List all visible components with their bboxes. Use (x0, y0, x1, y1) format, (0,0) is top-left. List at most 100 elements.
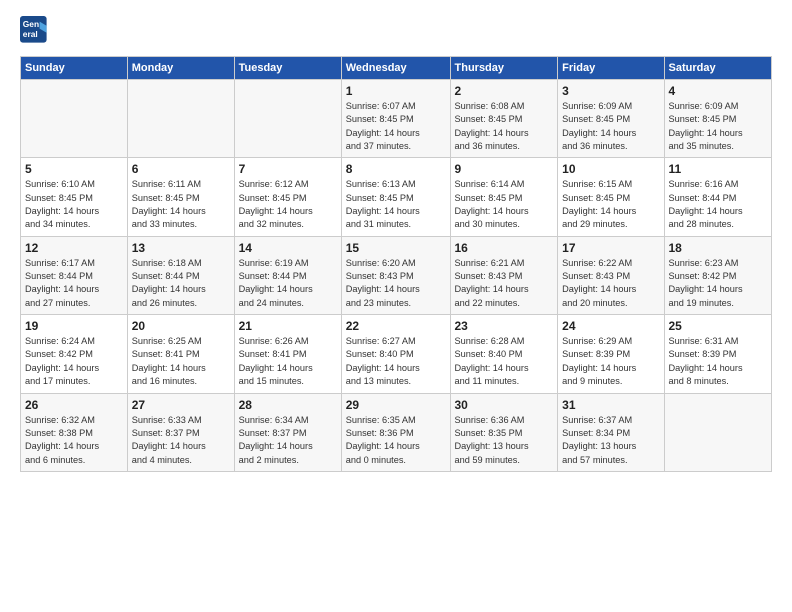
day-info: Sunrise: 6:09 AM Sunset: 8:45 PM Dayligh… (669, 100, 768, 153)
calendar-cell: 6 Sunrise: 6:11 AM Sunset: 8:45 PM Daylig… (127, 158, 234, 236)
day-number: 4 (669, 84, 768, 98)
day-number: 14 (239, 241, 337, 255)
weekday-header: Thursday (450, 57, 558, 80)
calendar-cell: 15 Sunrise: 6:20 AM Sunset: 8:43 PM Dayli… (341, 236, 450, 314)
day-number: 28 (239, 398, 337, 412)
calendar-cell: 22 Sunrise: 6:27 AM Sunset: 8:40 PM Dayli… (341, 315, 450, 393)
day-info: Sunrise: 6:13 AM Sunset: 8:45 PM Dayligh… (346, 178, 446, 231)
day-info: Sunrise: 6:27 AM Sunset: 8:40 PM Dayligh… (346, 335, 446, 388)
day-info: Sunrise: 6:23 AM Sunset: 8:42 PM Dayligh… (669, 257, 768, 310)
day-info: Sunrise: 6:10 AM Sunset: 8:45 PM Dayligh… (25, 178, 123, 231)
calendar-cell: 25 Sunrise: 6:31 AM Sunset: 8:39 PM Dayli… (664, 315, 772, 393)
day-info: Sunrise: 6:25 AM Sunset: 8:41 PM Dayligh… (132, 335, 230, 388)
day-info: Sunrise: 6:12 AM Sunset: 8:45 PM Dayligh… (239, 178, 337, 231)
day-number: 10 (562, 162, 659, 176)
calendar-cell: 1 Sunrise: 6:07 AM Sunset: 8:45 PM Daylig… (341, 80, 450, 158)
calendar-cell (664, 393, 772, 471)
weekday-header: Monday (127, 57, 234, 80)
day-info: Sunrise: 6:37 AM Sunset: 8:34 PM Dayligh… (562, 414, 659, 467)
day-number: 18 (669, 241, 768, 255)
calendar-cell: 2Sunrise: 6:08 AM Sunset: 8:45 PM Daylig… (450, 80, 558, 158)
day-number: 16 (455, 241, 554, 255)
calendar-cell: 23Sunrise: 6:28 AM Sunset: 8:40 PM Dayli… (450, 315, 558, 393)
day-info: Sunrise: 6:07 AM Sunset: 8:45 PM Dayligh… (346, 100, 446, 153)
day-number: 25 (669, 319, 768, 333)
day-info: Sunrise: 6:31 AM Sunset: 8:39 PM Dayligh… (669, 335, 768, 388)
day-number: 21 (239, 319, 337, 333)
calendar-cell: 4 Sunrise: 6:09 AM Sunset: 8:45 PM Daylig… (664, 80, 772, 158)
day-info: Sunrise: 6:18 AM Sunset: 8:44 PM Dayligh… (132, 257, 230, 310)
page: Gen eral SundayMondayTuesdayWednesdayThu… (0, 0, 792, 482)
day-number: 15 (346, 241, 446, 255)
day-number: 27 (132, 398, 230, 412)
calendar-cell: 5 Sunrise: 6:10 AM Sunset: 8:45 PM Daylig… (21, 158, 128, 236)
day-info: Sunrise: 6:17 AM Sunset: 8:44 PM Dayligh… (25, 257, 123, 310)
day-info: Sunrise: 6:09 AM Sunset: 8:45 PM Dayligh… (562, 100, 659, 153)
logo-icon: Gen eral (20, 16, 48, 44)
day-info: Sunrise: 6:29 AM Sunset: 8:39 PM Dayligh… (562, 335, 659, 388)
calendar-cell: 29Sunrise: 6:35 AM Sunset: 8:36 PM Dayli… (341, 393, 450, 471)
header: Gen eral (20, 16, 772, 44)
svg-text:Gen: Gen (23, 19, 39, 29)
calendar-cell: 16 Sunrise: 6:21 AM Sunset: 8:43 PM Dayli… (450, 236, 558, 314)
day-info: Sunrise: 6:36 AM Sunset: 8:35 PM Dayligh… (455, 414, 554, 467)
day-info: Sunrise: 6:26 AM Sunset: 8:41 PM Dayligh… (239, 335, 337, 388)
calendar-cell: 7 Sunrise: 6:12 AM Sunset: 8:45 PM Daylig… (234, 158, 341, 236)
day-number: 17 (562, 241, 659, 255)
day-number: 23 (455, 319, 554, 333)
calendar-table: SundayMondayTuesdayWednesdayThursdayFrid… (20, 56, 772, 472)
day-number: 7 (239, 162, 337, 176)
calendar-cell: 10 Sunrise: 6:15 AM Sunset: 8:45 PM Dayli… (558, 158, 664, 236)
weekday-header: Sunday (21, 57, 128, 80)
day-number: 6 (132, 162, 230, 176)
calendar-week-row: 1 Sunrise: 6:07 AM Sunset: 8:45 PM Daylig… (21, 80, 772, 158)
weekday-header: Friday (558, 57, 664, 80)
day-number: 1 (346, 84, 446, 98)
day-info: Sunrise: 6:21 AM Sunset: 8:43 PM Dayligh… (455, 257, 554, 310)
calendar-cell: 8 Sunrise: 6:13 AM Sunset: 8:45 PM Daylig… (341, 158, 450, 236)
calendar-cell: 30 Sunrise: 6:36 AM Sunset: 8:35 PM Dayli… (450, 393, 558, 471)
calendar-cell: 20Sunrise: 6:25 AM Sunset: 8:41 PM Dayli… (127, 315, 234, 393)
calendar-cell: 3 Sunrise: 6:09 AM Sunset: 8:45 PM Daylig… (558, 80, 664, 158)
calendar-cell (127, 80, 234, 158)
day-number: 8 (346, 162, 446, 176)
day-info: Sunrise: 6:15 AM Sunset: 8:45 PM Dayligh… (562, 178, 659, 231)
calendar-cell: 27 Sunrise: 6:33 AM Sunset: 8:37 PM Dayli… (127, 393, 234, 471)
svg-text:eral: eral (23, 29, 38, 39)
day-info: Sunrise: 6:32 AM Sunset: 8:38 PM Dayligh… (25, 414, 123, 467)
calendar-cell: 21 Sunrise: 6:26 AM Sunset: 8:41 PM Dayli… (234, 315, 341, 393)
calendar-week-row: 19 Sunrise: 6:24 AM Sunset: 8:42 PM Dayli… (21, 315, 772, 393)
day-number: 5 (25, 162, 123, 176)
weekday-header: Saturday (664, 57, 772, 80)
calendar-cell: 13Sunrise: 6:18 AM Sunset: 8:44 PM Dayli… (127, 236, 234, 314)
calendar-cell: 19 Sunrise: 6:24 AM Sunset: 8:42 PM Dayli… (21, 315, 128, 393)
calendar-week-row: 5 Sunrise: 6:10 AM Sunset: 8:45 PM Daylig… (21, 158, 772, 236)
day-info: Sunrise: 6:35 AM Sunset: 8:36 PM Dayligh… (346, 414, 446, 467)
calendar-cell: 26Sunrise: 6:32 AM Sunset: 8:38 PM Dayli… (21, 393, 128, 471)
day-number: 2 (455, 84, 554, 98)
day-number: 30 (455, 398, 554, 412)
day-number: 22 (346, 319, 446, 333)
day-number: 9 (455, 162, 554, 176)
calendar-cell (21, 80, 128, 158)
calendar-week-row: 12 Sunrise: 6:17 AM Sunset: 8:44 PM Dayli… (21, 236, 772, 314)
day-info: Sunrise: 6:14 AM Sunset: 8:45 PM Dayligh… (455, 178, 554, 231)
weekday-header: Tuesday (234, 57, 341, 80)
day-info: Sunrise: 6:22 AM Sunset: 8:43 PM Dayligh… (562, 257, 659, 310)
day-number: 11 (669, 162, 768, 176)
day-info: Sunrise: 6:24 AM Sunset: 8:42 PM Dayligh… (25, 335, 123, 388)
day-number: 19 (25, 319, 123, 333)
calendar-cell: 17 Sunrise: 6:22 AM Sunset: 8:43 PM Dayli… (558, 236, 664, 314)
calendar-cell: 12 Sunrise: 6:17 AM Sunset: 8:44 PM Dayli… (21, 236, 128, 314)
day-number: 31 (562, 398, 659, 412)
calendar-cell: 28 Sunrise: 6:34 AM Sunset: 8:37 PM Dayli… (234, 393, 341, 471)
day-info: Sunrise: 6:11 AM Sunset: 8:45 PM Dayligh… (132, 178, 230, 231)
day-info: Sunrise: 6:19 AM Sunset: 8:44 PM Dayligh… (239, 257, 337, 310)
day-number: 3 (562, 84, 659, 98)
day-info: Sunrise: 6:20 AM Sunset: 8:43 PM Dayligh… (346, 257, 446, 310)
day-number: 12 (25, 241, 123, 255)
weekday-header: Wednesday (341, 57, 450, 80)
day-info: Sunrise: 6:34 AM Sunset: 8:37 PM Dayligh… (239, 414, 337, 467)
day-info: Sunrise: 6:33 AM Sunset: 8:37 PM Dayligh… (132, 414, 230, 467)
calendar-cell: 11Sunrise: 6:16 AM Sunset: 8:44 PM Dayli… (664, 158, 772, 236)
